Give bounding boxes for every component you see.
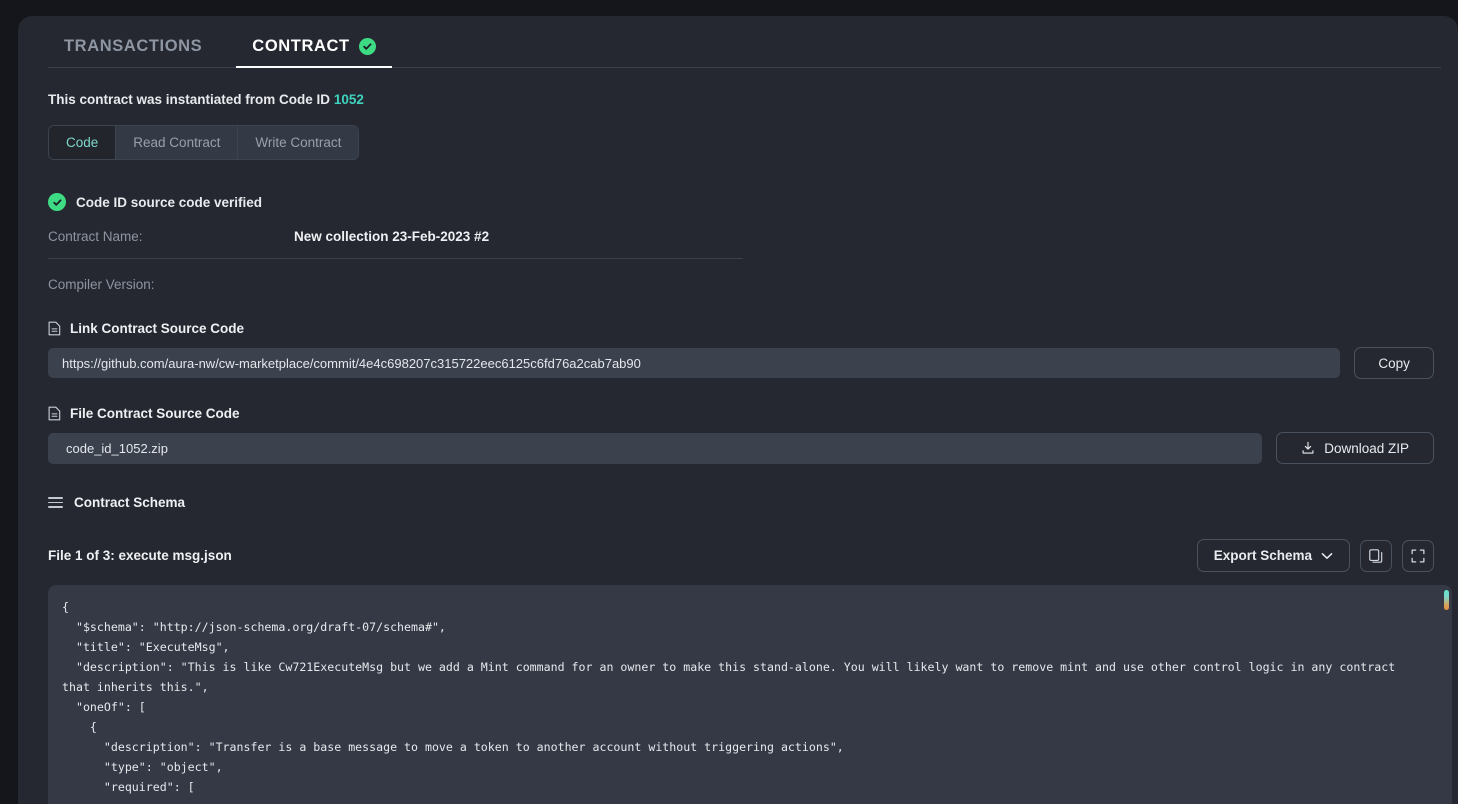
menu-icon bbox=[48, 497, 63, 508]
tab-contract[interactable]: CONTRACT bbox=[236, 37, 393, 68]
segment-read-contract[interactable]: Read Contract bbox=[116, 126, 239, 159]
download-zip-label: Download ZIP bbox=[1324, 440, 1410, 456]
file-source-row: code_id_1052.zip Download ZIP bbox=[48, 432, 1434, 464]
tab-transactions[interactable]: TRANSACTIONS bbox=[48, 37, 218, 68]
compiler-version-key: Compiler Version: bbox=[48, 277, 155, 292]
detail-row-contract-name: Contract Name: New collection 23-Feb-202… bbox=[48, 229, 743, 259]
schema-code-text[interactable]: { "$schema": "http://json-schema.org/dra… bbox=[48, 585, 1452, 797]
link-source-heading: Link Contract Source Code bbox=[48, 321, 1434, 336]
contract-body: This contract was instantiated from Code… bbox=[18, 92, 1458, 804]
top-tabbar: TRANSACTIONS CONTRACT bbox=[30, 16, 1446, 68]
schema-file-row: File 1 of 3: execute msg.json Export Sch… bbox=[48, 539, 1434, 572]
copy-icon bbox=[1368, 548, 1384, 564]
contract-name-key: Contract Name: bbox=[48, 229, 143, 244]
file-source-heading: File Contract Source Code bbox=[48, 406, 1434, 421]
download-icon bbox=[1301, 441, 1315, 455]
instantiated-from-line: This contract was instantiated from Code… bbox=[48, 92, 1434, 107]
copy-schema-button[interactable] bbox=[1360, 539, 1392, 572]
contract-schema-label: Contract Schema bbox=[74, 495, 186, 510]
tab-transactions-label: TRANSACTIONS bbox=[64, 37, 203, 55]
schema-actions: Export Schema bbox=[1196, 539, 1434, 572]
fullscreen-button[interactable] bbox=[1402, 539, 1434, 572]
link-source-row: https://github.com/aura-nw/cw-marketplac… bbox=[48, 347, 1434, 379]
contract-schema-heading: Contract Schema bbox=[48, 495, 1434, 510]
detail-row-compiler-version: Compiler Version: bbox=[48, 277, 743, 292]
export-schema-label: Export Schema bbox=[1213, 548, 1312, 563]
instantiated-text: This contract was instantiated from Code… bbox=[48, 92, 331, 107]
segment-write-contract[interactable]: Write Contract bbox=[238, 126, 359, 159]
code-scrollbar-thumb[interactable] bbox=[1444, 590, 1449, 610]
file-source-value[interactable]: code_id_1052.zip bbox=[48, 432, 1263, 464]
code-id-link[interactable]: 1052 bbox=[334, 92, 364, 107]
contract-mode-segmented: Code Read Contract Write Contract bbox=[48, 125, 360, 160]
document-icon bbox=[48, 321, 61, 336]
export-schema-button[interactable]: Export Schema bbox=[1196, 539, 1350, 572]
schema-file-label: File 1 of 3: execute msg.json bbox=[48, 548, 232, 563]
link-source-value[interactable]: https://github.com/aura-nw/cw-marketplac… bbox=[48, 348, 1341, 378]
schema-code-block: { "$schema": "http://json-schema.org/dra… bbox=[48, 585, 1452, 804]
link-source-label: Link Contract Source Code bbox=[70, 321, 245, 336]
segment-code[interactable]: Code bbox=[49, 126, 117, 159]
download-zip-button[interactable]: Download ZIP bbox=[1276, 432, 1434, 464]
contract-name-value: New collection 23-Feb-2023 #2 bbox=[294, 229, 490, 244]
file-source-label: File Contract Source Code bbox=[70, 406, 240, 421]
source-verified-banner: Code ID source code verified bbox=[48, 193, 1434, 211]
copy-link-button[interactable]: Copy bbox=[1354, 347, 1434, 379]
source-verified-label: Code ID source code verified bbox=[76, 194, 263, 210]
contract-page: TRANSACTIONS CONTRACT This contract was … bbox=[18, 16, 1458, 804]
document-icon bbox=[48, 406, 61, 421]
tab-contract-label: CONTRACT bbox=[252, 37, 350, 55]
code-scrollbar[interactable] bbox=[1444, 590, 1449, 804]
source-verified-check-icon bbox=[48, 193, 66, 211]
fullscreen-icon bbox=[1410, 548, 1426, 564]
chevron-down-icon bbox=[1321, 552, 1333, 560]
verified-check-icon bbox=[358, 38, 376, 55]
